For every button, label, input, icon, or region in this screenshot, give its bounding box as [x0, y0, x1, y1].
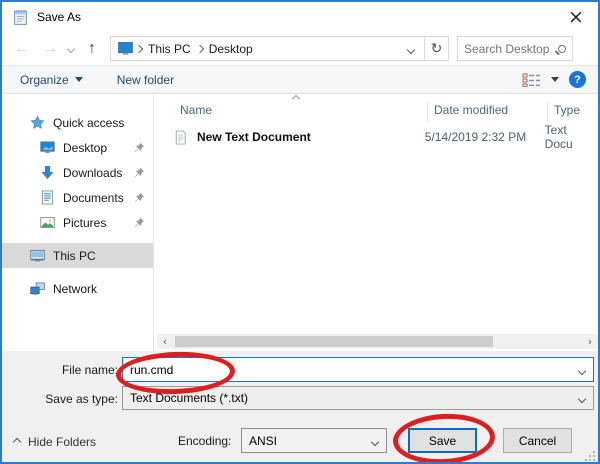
file-row-new-text-document[interactable]: New Text Document 5/14/2019 2:32 PM Text… [173, 126, 598, 148]
command-toolbar: Organize New folder ? [2, 65, 598, 94]
up-button[interactable]: ↑ [82, 41, 102, 57]
encoding-value: ANSI [249, 434, 277, 448]
sidebar-item-quick-access[interactable]: Quick access [2, 110, 153, 135]
collapse-icon [13, 438, 21, 446]
content-area: Quick access Desktop Downloads [2, 94, 598, 351]
bottom-panel: File name: Save as type: Text Documents … [2, 351, 598, 462]
sidebar-item-label: This PC [53, 249, 96, 263]
sidebar-item-label: Quick access [53, 116, 124, 130]
file-name-combobox[interactable] [122, 357, 594, 382]
breadcrumb-desktop[interactable]: Desktop [203, 42, 259, 56]
sidebar-item-network[interactable]: Network [2, 276, 153, 301]
view-options-caret-icon[interactable] [551, 77, 559, 82]
file-type-cell: Text Docu [545, 123, 598, 151]
sidebar-item-label: Pictures [63, 216, 106, 230]
title-bar: Save As × [2, 2, 598, 32]
network-icon [30, 281, 45, 296]
navigation-pane: Quick access Desktop Downloads [2, 94, 154, 351]
search-icon[interactable] [558, 45, 566, 53]
scroll-right-icon[interactable]: › [582, 335, 598, 348]
desktop-icon [40, 140, 55, 155]
search-input[interactable] [464, 42, 558, 56]
pin-icon [134, 217, 145, 228]
navigation-bar: ← → ↑ This PC Desktop ↻ [2, 32, 598, 65]
resize-grip[interactable] [583, 449, 595, 461]
sidebar-item-label: Downloads [63, 166, 122, 180]
file-name-label: File name: [2, 363, 118, 377]
address-dropdown-button[interactable] [402, 42, 420, 56]
save-as-type-label: Save as type: [2, 392, 118, 406]
pin-icon [134, 142, 145, 153]
horizontal-scrollbar[interactable]: ‹ › [157, 334, 598, 349]
search-box[interactable] [457, 36, 573, 61]
scrollbar-thumb[interactable] [175, 336, 493, 347]
column-separator[interactable] [547, 102, 548, 122]
history-dropdown-icon[interactable] [67, 44, 75, 52]
sidebar-item-label: Desktop [63, 141, 107, 155]
organize-menu[interactable]: Organize [10, 66, 93, 93]
text-file-icon [173, 130, 188, 145]
sidebar-item-downloads[interactable]: Downloads [2, 160, 153, 185]
file-name-input[interactable] [123, 363, 579, 377]
save-as-dialog: Save As × ← → ↑ This PC Desktop ↻ Organi… [0, 0, 600, 464]
save-as-type-value: Text Documents (*.txt) [130, 391, 248, 405]
picture-icon [40, 215, 55, 230]
breadcrumb-this-pc[interactable]: This PC [142, 42, 197, 56]
document-icon [40, 190, 55, 205]
sidebar-item-label: Network [53, 282, 97, 296]
scroll-left-icon[interactable]: ‹ [157, 335, 173, 348]
back-button[interactable]: ← [8, 41, 36, 57]
column-header-date-modified[interactable]: Date modified [434, 103, 508, 117]
hide-folders-button[interactable]: Hide Folders [14, 435, 96, 449]
save-button[interactable]: Save [408, 428, 477, 453]
new-folder-label: New folder [117, 73, 174, 87]
file-date-cell: 5/14/2019 2:32 PM [425, 130, 545, 144]
encoding-combobox[interactable]: ANSI [241, 428, 387, 453]
pin-icon [134, 192, 145, 203]
cancel-button[interactable]: Cancel [503, 428, 572, 453]
refresh-button[interactable]: ↻ [425, 36, 449, 61]
forward-button[interactable]: → [36, 41, 64, 57]
window-title: Save As [37, 10, 81, 24]
organize-label: Organize [20, 73, 69, 87]
encoding-label: Encoding: [178, 434, 238, 448]
help-button[interactable]: ? [569, 71, 586, 88]
file-name-cell: New Text Document [197, 130, 425, 144]
pin-icon [134, 167, 145, 178]
this-pc-icon [118, 42, 133, 55]
new-folder-button[interactable]: New folder [107, 66, 184, 93]
breadcrumb[interactable]: This PC Desktop [110, 36, 425, 61]
organize-caret-icon [75, 77, 83, 82]
notepad-icon [12, 9, 29, 26]
sidebar-item-label: Documents [63, 191, 124, 205]
close-button[interactable]: × [562, 4, 590, 30]
sidebar-item-documents[interactable]: Documents [2, 185, 153, 210]
details-view-icon[interactable] [522, 73, 541, 87]
sidebar-item-pictures[interactable]: Pictures [2, 210, 153, 235]
file-list: Name Date modified Type New Text Documen… [155, 94, 598, 351]
download-arrow-icon [40, 165, 55, 180]
computer-icon [30, 248, 45, 263]
column-headers: Name Date modified Type [155, 100, 598, 122]
column-separator[interactable] [427, 102, 428, 122]
sidebar-item-this-pc[interactable]: This PC [2, 243, 153, 268]
encoding-dropdown-icon [372, 434, 386, 448]
save-as-type-combobox[interactable]: Text Documents (*.txt) [122, 386, 594, 410]
column-header-name[interactable]: Name [180, 103, 212, 117]
sidebar-item-desktop[interactable]: Desktop [2, 135, 153, 160]
column-header-type[interactable]: Type [554, 103, 580, 117]
hide-folders-label: Hide Folders [28, 435, 96, 449]
star-icon [30, 115, 45, 130]
save-as-type-dropdown-icon [579, 391, 593, 405]
file-name-dropdown-icon[interactable] [579, 363, 593, 377]
